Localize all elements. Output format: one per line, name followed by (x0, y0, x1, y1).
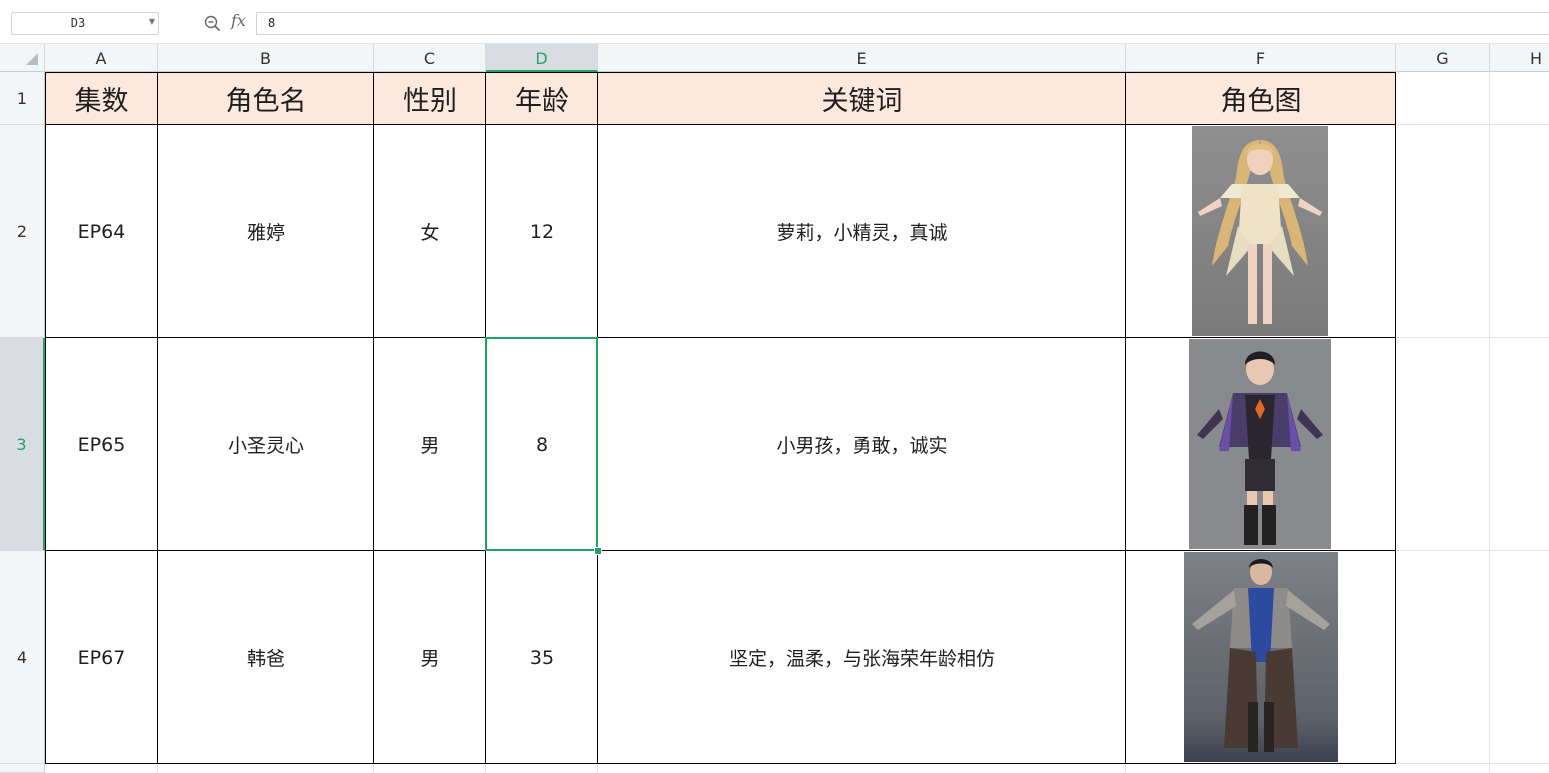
table-border (157, 72, 158, 764)
column-header-row: A B C D E F G H (0, 44, 1549, 72)
cell-a1[interactable]: 集数 (45, 72, 158, 125)
gridline (157, 764, 158, 773)
cell-f1[interactable]: 角色图 (1126, 72, 1396, 125)
table-border (1125, 72, 1126, 764)
table-border (45, 550, 1396, 551)
cell-c1[interactable]: 性别 (374, 72, 486, 125)
gridline (373, 764, 374, 773)
chevron-down-icon[interactable]: ▼ (149, 17, 155, 26)
cell-d4[interactable]: 35 (486, 551, 598, 764)
select-all-corner[interactable] (0, 44, 45, 72)
elf-girl-portrait[interactable] (1192, 126, 1328, 336)
zoom-search-icon[interactable] (204, 15, 221, 32)
fill-handle[interactable] (594, 547, 602, 555)
row-header-1[interactable]: 1 (0, 72, 45, 125)
row-header-4[interactable]: 4 (0, 551, 45, 764)
cell-b1[interactable]: 角色名 (158, 72, 374, 125)
cell-d1[interactable]: 年龄 (486, 72, 598, 125)
cell-e2[interactable]: 萝莉，小精灵，真诚 (598, 125, 1126, 338)
column-header-a[interactable]: A (45, 44, 158, 72)
cell-e4[interactable]: 坚定，温柔，与张海荣年龄相仿 (598, 551, 1126, 764)
column-header-e[interactable]: E (598, 44, 1126, 72)
table-border (45, 124, 1396, 125)
armored-man-portrait[interactable] (1184, 552, 1338, 762)
column-header-d[interactable]: D (486, 44, 598, 72)
cell-b4[interactable]: 韩爸 (158, 551, 374, 764)
armored-man-image (1184, 552, 1338, 762)
cell-d2[interactable]: 12 (486, 125, 598, 338)
name-box[interactable]: D3 ▼ (11, 12, 159, 35)
formula-input[interactable]: 8 (256, 12, 1549, 35)
cell-a2[interactable]: EP64 (45, 125, 158, 338)
column-header-c[interactable]: C (374, 44, 486, 72)
cell-b2[interactable]: 雅婷 (158, 125, 374, 338)
column-header-b[interactable]: B (158, 44, 374, 72)
table-border (45, 337, 1396, 338)
name-box-value: D3 (70, 16, 86, 30)
gridline (1489, 72, 1490, 773)
formula-bar: D3 ▼ fx 8 (0, 0, 1549, 44)
table-border (373, 72, 374, 764)
cell-a4[interactable]: EP67 (45, 551, 158, 764)
column-header-g[interactable]: G (1396, 44, 1490, 72)
cell-b3[interactable]: 小圣灵心 (158, 338, 374, 551)
gridline (485, 764, 486, 773)
row-header-5[interactable] (0, 764, 45, 773)
boy-image (1189, 339, 1331, 549)
cell-e1[interactable]: 关键词 (598, 72, 1126, 125)
fx-icon[interactable]: fx (231, 11, 246, 30)
cell-c3[interactable]: 男 (374, 338, 486, 551)
column-header-h[interactable]: H (1490, 44, 1549, 72)
active-cell-highlight (485, 337, 598, 551)
boy-portrait[interactable] (1189, 339, 1331, 549)
gridline (1125, 764, 1126, 773)
column-header-f[interactable]: F (1126, 44, 1396, 72)
cell-e3[interactable]: 小男孩，勇敢，诚实 (598, 338, 1126, 551)
select-all-icon (26, 53, 38, 65)
cell-c4[interactable]: 男 (374, 551, 486, 764)
elf-girl-image (1192, 126, 1328, 336)
cell-c2[interactable]: 女 (374, 125, 486, 338)
gridline (597, 764, 598, 773)
row-header-3[interactable]: 3 (0, 338, 45, 551)
row-header-2[interactable]: 2 (0, 125, 45, 338)
cell-a3[interactable]: EP65 (45, 338, 158, 551)
